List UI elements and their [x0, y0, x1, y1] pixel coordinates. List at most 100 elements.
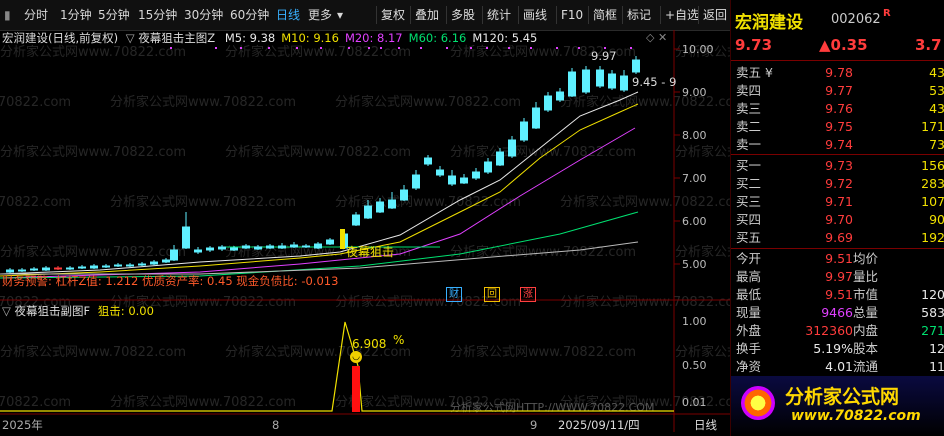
candle-body — [484, 161, 492, 173]
candle-body — [114, 264, 122, 267]
toolbar-button-9[interactable]: 返回 — [698, 6, 727, 24]
bid-price: 9.71 — [825, 194, 853, 209]
ask-price: 9.74 — [825, 137, 853, 152]
watermark-text: 分析家公式网www.70822.com — [0, 394, 71, 410]
candle-body — [364, 205, 372, 219]
stat-row: 外盘 312360 内盘 271 — [731, 322, 944, 340]
candle-body — [472, 171, 480, 179]
signal-dot — [530, 47, 532, 49]
ask-volume: 73 — [929, 137, 944, 152]
stat-label: 最低 — [736, 287, 762, 302]
candle-body — [412, 174, 420, 189]
toolbar-button-6[interactable]: 简框 — [588, 6, 617, 24]
stat-value: 312360 — [805, 323, 853, 338]
event-badge-1[interactable]: 回 — [484, 287, 500, 302]
sub-indicator-value: 狙击: 0.00 — [97, 304, 154, 318]
period-tab-7[interactable]: 更多 — [308, 6, 332, 24]
ask-label: 卖一 — [736, 137, 762, 152]
toolbar-button-3[interactable]: 统计 — [482, 6, 511, 24]
period-tab-6[interactable]: 日线 — [276, 6, 300, 24]
ask-price: 9.78 — [825, 65, 853, 80]
candle-body — [170, 249, 178, 261]
toolbar-button-5[interactable]: F10 — [556, 6, 583, 24]
sub-peak-label: 6.908 — [352, 337, 387, 351]
event-badge-2[interactable]: 涨 — [520, 287, 536, 302]
period-tab-5[interactable]: 60分钟 — [230, 6, 269, 24]
bid-price: 9.72 — [825, 176, 853, 191]
stat-label: 换手 — [736, 341, 762, 356]
candle-body — [448, 175, 456, 185]
candle-body — [54, 267, 62, 270]
toolbar-button-4[interactable]: 画线 — [518, 6, 547, 24]
toolbar-button-8[interactable]: +自选 — [660, 6, 699, 24]
ask-price: 9.76 — [825, 101, 853, 116]
bid-price: 9.70 — [825, 212, 853, 227]
margin-flag: R — [883, 8, 891, 19]
stat-label: 最高 — [736, 269, 762, 284]
watermark-text: 分析家公式网www.70822.com — [225, 144, 411, 160]
signal-dot — [296, 47, 298, 49]
bid-label: 买五 — [736, 230, 762, 245]
indicator-dropdown-icon[interactable]: ▽ — [2, 304, 11, 318]
candle-body — [126, 264, 134, 267]
candle-body — [326, 239, 334, 245]
stat-label: 现量 — [736, 305, 762, 320]
price-change-pct: 3.7 — [915, 36, 942, 54]
ma-label-1: M10: 9.16 — [281, 31, 339, 45]
candle-body — [194, 249, 202, 253]
candle-body — [18, 269, 26, 272]
toolbar-button-0[interactable]: 复权 — [376, 6, 405, 24]
watermark-text: 分析家公式网www.70822.com — [110, 394, 296, 410]
bid-row: 买一 9.73 156 — [731, 157, 944, 175]
candle-body — [302, 245, 310, 248]
period-tab-4[interactable]: 30分钟 — [184, 6, 223, 24]
bid-row: 买四 9.70 90 — [731, 211, 944, 229]
watermark-text: 分析家公式网www.70822.com — [0, 144, 186, 160]
signal-dot — [556, 47, 558, 49]
menu-icon[interactable]: ▮ — [4, 6, 11, 24]
bid-row: 买二 9.72 283 — [731, 175, 944, 193]
stat-value-2: 271 — [921, 323, 944, 338]
kline-chart[interactable]: 分析家公式网www.70822.com 分析家公式网www.70822.com 分析… — [0, 30, 730, 432]
x-axis-label-0: 2025年 — [2, 418, 43, 432]
period-tab-3[interactable]: 15分钟 — [138, 6, 177, 24]
ma-label-0: M5: 9.38 — [224, 31, 276, 45]
candle-body — [242, 245, 250, 249]
promo-url: www.70822.com — [791, 408, 921, 424]
bid-label: 买四 — [736, 212, 762, 227]
signal-dot — [215, 47, 217, 49]
watermark-text: 分析家公式网www.70822.com — [675, 344, 730, 360]
bid-label: 买二 — [736, 176, 762, 191]
candle-body — [436, 169, 444, 176]
toolbar-button-7[interactable]: 标记 — [622, 6, 651, 24]
signal-dot — [578, 47, 580, 49]
price-change: ▲0.35 — [819, 36, 868, 54]
stock-code: 002062 — [831, 12, 881, 27]
indicator-dropdown-icon[interactable]: ▽ — [126, 31, 135, 45]
chart-toggle-icons[interactable]: ◇ ✕ — [646, 31, 667, 44]
more-dropdown-icon[interactable]: ▾ — [337, 6, 343, 24]
toolbar-button-2[interactable]: 多股 — [446, 6, 475, 24]
candle-body — [596, 69, 604, 87]
period-button-bottom[interactable]: 日线 — [694, 414, 717, 436]
period-tab-0[interactable]: 分时 — [24, 6, 48, 24]
watermark-text: 分析家公式网www.70822.com — [225, 44, 411, 60]
indicator-name[interactable]: 夜幕狙击主图Z — [138, 31, 215, 45]
bid-label: 买三 — [736, 194, 762, 209]
candle-body — [78, 266, 86, 269]
sub-indicator-name[interactable]: 夜幕狙击副图F — [15, 304, 91, 318]
period-tab-2[interactable]: 5分钟 — [98, 6, 130, 24]
stat-row: 今开 9.51 均价 — [731, 250, 944, 268]
toolbar-button-1[interactable]: 叠加 — [410, 6, 439, 24]
stat-value: 9.51 — [825, 251, 853, 266]
period-tab-1[interactable]: 1分钟 — [60, 6, 92, 24]
ask-label: 卖二 — [736, 119, 762, 134]
sub-watermark: 分析家公式网HTTP://WWW.70822.COM — [450, 400, 654, 414]
y-tick-label: 9.00 — [682, 86, 707, 99]
signal-dot — [420, 47, 422, 49]
stat-row: 现量 9466 总量 583 — [731, 304, 944, 322]
event-badge-0[interactable]: 财 — [446, 287, 462, 302]
candle-body — [162, 259, 170, 263]
bid-volume: 156 — [921, 158, 944, 173]
candle-body — [460, 177, 468, 184]
